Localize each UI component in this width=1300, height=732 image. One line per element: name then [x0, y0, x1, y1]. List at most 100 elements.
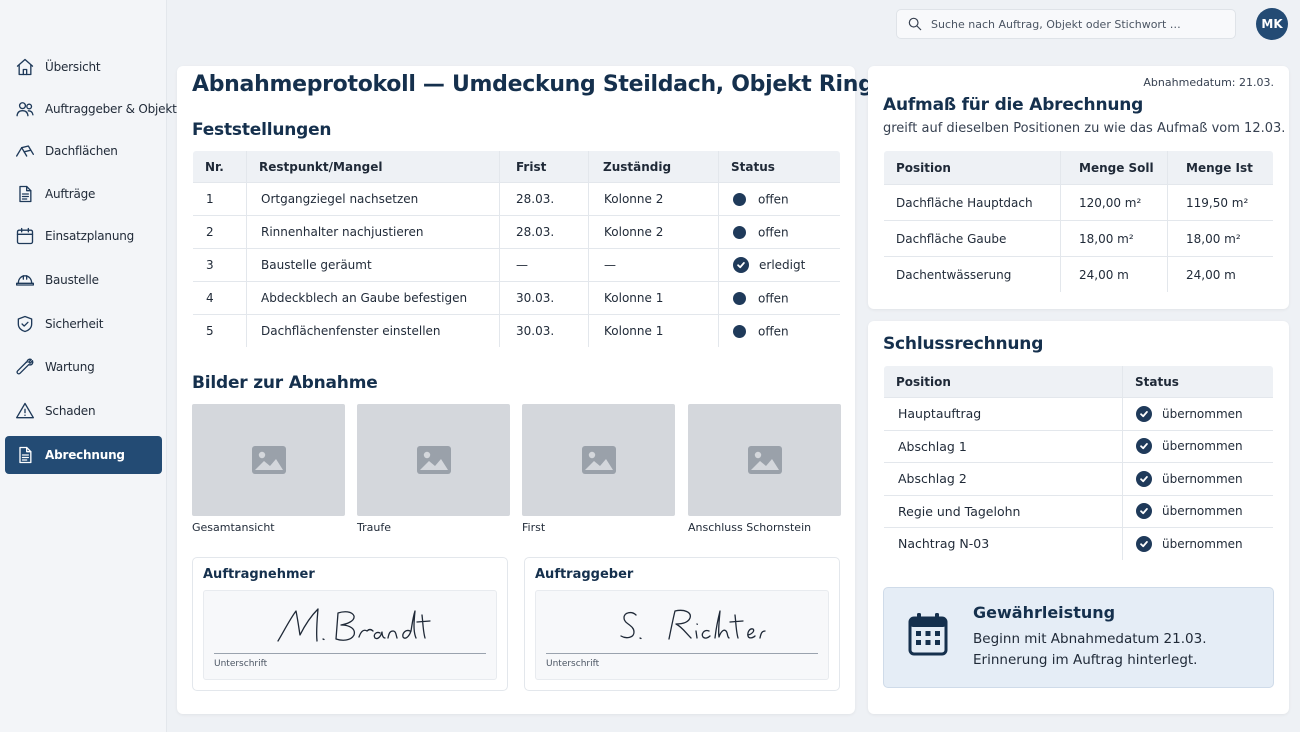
signature-client: Auftraggeber Unterschrift [524, 557, 840, 691]
warning-icon [15, 401, 35, 421]
image-icon [747, 446, 782, 474]
row-number: 5 [193, 314, 247, 347]
signature-role: Auftragnehmer [203, 567, 315, 582]
table-row[interactable]: Abschlag 2 übernommen [884, 462, 1273, 495]
search-bar [896, 9, 1236, 39]
sidebar-item-einsatzplanung[interactable]: Einsatzplanung [5, 217, 162, 255]
signature-drawing [277, 608, 431, 642]
table-row[interactable]: 4 Abdeckblech an Gaube befestigen 30.03. Ko… [193, 281, 840, 315]
row-item: Abdeckblech an Gaube befestigen [246, 281, 500, 315]
table-row[interactable]: Abschlag 1 übernommen [884, 429, 1273, 463]
row-position: Regie und Tagelohn [884, 494, 1123, 528]
aufmass-subtitle: greift auf dieselben Positionen zu wie d… [883, 121, 1286, 136]
status-text: übernommen [1162, 471, 1243, 486]
sidebar-item-sicherheit[interactable]: Sicherheit [5, 305, 162, 343]
hardhat-icon [15, 270, 35, 290]
row-position: Dachentwässerung [884, 256, 1061, 292]
row-position: Dachfläche Gaube [884, 220, 1061, 257]
table-row[interactable]: Dachfläche Gaube 18,00 m² 18,00 m² [884, 220, 1273, 257]
photo-thumbnail[interactable] [192, 404, 345, 516]
column-header: Menge Soll [1060, 151, 1168, 185]
row-status: übernommen [1122, 494, 1273, 528]
aufmass-table: Position Menge Soll Menge Ist Dachfläche… [883, 150, 1274, 293]
photo-caption: First [522, 521, 546, 534]
row-status: offen [718, 182, 840, 216]
table-row[interactable]: Nachtrag N-03 übernommen [884, 527, 1273, 560]
status-text: übernommen [1162, 406, 1243, 421]
table-row[interactable]: Hauptauftrag übernommen [884, 397, 1273, 430]
sidebar-item-baustelle[interactable]: Baustelle [5, 261, 162, 299]
status-text: übernommen [1162, 439, 1243, 454]
sidebar-item-label: Abrechnung [45, 448, 125, 462]
sidebar-item-label: Übersicht [45, 60, 101, 74]
row-item: Rinnenhalter nachjustieren [246, 215, 500, 249]
status-dot-icon [733, 192, 746, 206]
image-icon [251, 446, 286, 474]
table-row[interactable]: 2 Rinnenhalter nachjustieren 28.03. Kolonne… [193, 215, 840, 249]
status-dot-icon [733, 225, 746, 239]
table-row[interactable]: 3 Baustelle geräumt — — erledigt [193, 248, 840, 282]
row-position: Abschlag 1 [884, 429, 1123, 463]
check-circle-icon [1136, 470, 1152, 487]
photo-thumbnail[interactable] [522, 404, 675, 516]
signature-role: Auftraggeber [535, 567, 634, 582]
signature-field[interactable]: Unterschrift [535, 590, 829, 680]
sidebar-item-auftraggeber[interactable]: Auftraggeber & Objekte [5, 90, 184, 128]
table-header-row: Position Status [884, 365, 1273, 398]
avatar[interactable]: MK [1256, 8, 1288, 40]
sidebar-item-schaden[interactable]: Schaden [5, 392, 162, 430]
check-circle-icon [733, 257, 749, 273]
table-row[interactable]: Regie und Tagelohn übernommen [884, 494, 1273, 528]
row-status: offen [718, 281, 840, 315]
sidebar-item-abrechnung[interactable]: Abrechnung [5, 436, 162, 474]
photo-caption: Traufe [357, 521, 391, 534]
row-target-quantity: 24,00 m [1060, 256, 1168, 292]
roof-icon [15, 141, 35, 161]
acceptance-date: Abnahmedatum: 21.03. [1143, 76, 1274, 89]
warranty-text-line: Beginn mit Abnahmedatum 21.03. [973, 631, 1207, 647]
row-deadline: 30.03. [499, 314, 589, 347]
row-status: übernommen [1122, 527, 1273, 560]
table-row[interactable]: 5 Dachflächenfenster einstellen 30.03. Kolo… [193, 314, 840, 347]
row-number: 2 [193, 215, 247, 249]
calendar-icon [15, 226, 35, 246]
protocol-card: Abnahmeprotokoll — Umdeckung Steildach, … [177, 66, 989, 714]
row-owner: Kolonne 1 [588, 314, 719, 347]
sidebar-item-dachflaechen[interactable]: Dachflächen [5, 132, 162, 170]
photo-thumbnail[interactable] [688, 404, 841, 516]
row-target-quantity: 120,00 m² [1060, 184, 1168, 221]
table-row[interactable]: Dachentwässerung 24,00 m 24,00 m [884, 256, 1273, 292]
column-header: Zuständig [588, 151, 719, 183]
status-text: offen [758, 291, 789, 306]
warranty-notice: Gewährleistung Beginn mit Abnahmedatum 2… [883, 587, 1274, 688]
row-item: Baustelle geräumt [246, 248, 500, 282]
status-text: offen [758, 225, 789, 240]
sidebar-item-uebersicht[interactable]: Übersicht [5, 48, 162, 86]
search-icon[interactable] [907, 16, 923, 32]
row-status: offen [718, 314, 840, 347]
row-owner: Kolonne 1 [588, 281, 719, 315]
row-actual-quantity: 119,50 m² [1167, 184, 1273, 221]
row-item: Dachflächenfenster einstellen [246, 314, 500, 347]
table-row[interactable]: 1 Ortgangziegel nachsetzen 28.03. Kolonne 2… [193, 182, 840, 216]
sidebar-item-auftraege[interactable]: Aufträge [5, 175, 162, 213]
document-icon [15, 184, 35, 204]
image-icon [416, 446, 451, 474]
invoice-icon [15, 445, 35, 465]
signature-label: Unterschrift [214, 659, 268, 669]
signature-drawing [620, 609, 766, 640]
row-owner: — [588, 248, 719, 282]
signature-field[interactable]: Unterschrift [203, 590, 497, 680]
signature-label: Unterschrift [546, 659, 600, 669]
sidebar-item-wartung[interactable]: Wartung [5, 348, 162, 386]
status-text: übernommen [1162, 536, 1243, 551]
row-deadline: 30.03. [499, 281, 589, 315]
column-header: Nr. [193, 151, 247, 183]
column-header: Menge Ist [1167, 151, 1273, 185]
sidebar-item-label: Dachflächen [45, 144, 118, 158]
photo-thumbnail[interactable] [357, 404, 510, 516]
column-header: Status [718, 151, 840, 183]
column-header: Position [884, 365, 1123, 398]
table-row[interactable]: Dachfläche Hauptdach 120,00 m² 119,50 m² [884, 184, 1273, 221]
search-input[interactable] [931, 17, 1211, 31]
